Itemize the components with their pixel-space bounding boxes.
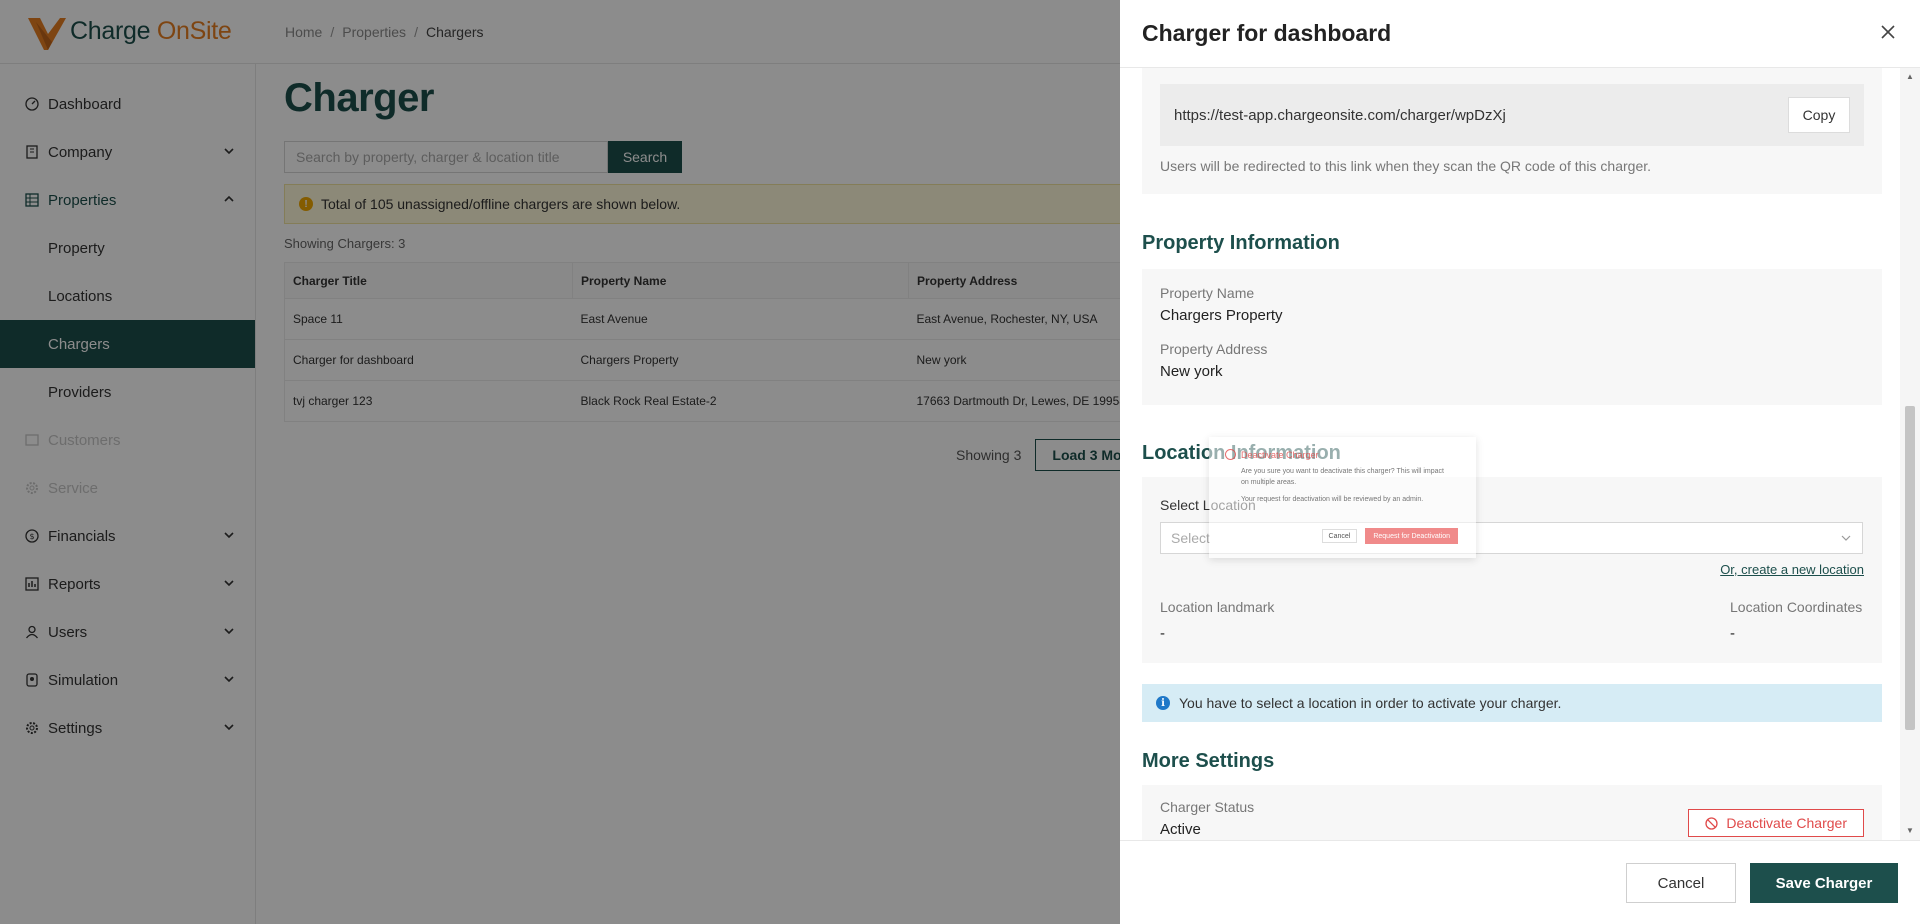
create-location-link[interactable]: Or, create a new location (1160, 562, 1864, 577)
property-section-title: Property Information (1142, 232, 1340, 254)
ban-icon (1225, 449, 1236, 460)
charger-link-card: https://test-app.chargeonsite.com/charge… (1142, 68, 1882, 194)
location-select-placeholder: Select (1171, 530, 1210, 546)
request-deactivation-button[interactable]: Request for Deactivation (1365, 528, 1458, 544)
drawer-title: Charger for dashboard (1142, 20, 1392, 46)
confirm-cancel-button[interactable]: Cancel (1321, 529, 1358, 543)
charger-url[interactable]: https://test-app.chargeonsite.com/charge… (1174, 107, 1506, 124)
coordinates-value: - (1730, 625, 1735, 642)
coordinates-group: Location Coordinates - (1730, 599, 1864, 642)
url-hint: Users will be redirected to this link wh… (1160, 158, 1652, 174)
location-details: Location landmark - Location Coordinates… (1160, 599, 1864, 642)
coordinates-label: Location Coordinates (1730, 599, 1863, 615)
confirm-modal-note: Your request for deactivation will be re… (1241, 496, 1424, 504)
deactivate-charger-button[interactable]: Deactivate Charger (1688, 809, 1864, 837)
drawer-footer: Cancel Save Charger (1120, 840, 1920, 924)
copy-button[interactable]: Copy (1788, 97, 1850, 133)
deactivate-label: Deactivate Charger (1726, 815, 1847, 831)
confirm-modal-text: Are you sure you want to deactivate this… (1241, 468, 1444, 487)
cancel-button[interactable]: Cancel (1626, 863, 1736, 903)
landmark-label: Location landmark (1160, 599, 1275, 615)
more-settings-card: Charger Status Active Deactivate Charger (1142, 785, 1882, 840)
info-alert-text: You have to select a location in order t… (1179, 695, 1562, 711)
property-name-label: Property Name (1160, 285, 1255, 301)
close-icon[interactable] (1878, 22, 1898, 42)
property-address-value: New york (1160, 363, 1223, 380)
property-address-label: Property Address (1160, 341, 1268, 357)
drawer-header: Charger for dashboard (1120, 0, 1920, 68)
property-name-value: Chargers Property (1160, 307, 1283, 324)
drawer-scrollbar[interactable]: ▲ ▼ (1900, 68, 1920, 840)
confirm-modal-title: Deactivate Charger (1225, 449, 1460, 460)
confirm-modal-actions: Cancel Request for Deactivation (1321, 528, 1458, 544)
charger-url-row: https://test-app.chargeonsite.com/charge… (1160, 84, 1864, 146)
info-alert: i You have to select a location in order… (1142, 684, 1882, 722)
save-charger-button[interactable]: Save Charger (1750, 863, 1898, 903)
scroll-down-arrow[interactable]: ▼ (1905, 826, 1915, 836)
landmark-value: - (1160, 625, 1165, 642)
chevron-down-icon (1841, 535, 1851, 541)
deactivate-confirm-modal: Deactivate Charger Are you sure you want… (1209, 437, 1476, 558)
scrollbar-thumb[interactable] (1905, 406, 1915, 730)
info-icon: i (1156, 696, 1170, 710)
property-info-card: Property Name Chargers Property Property… (1142, 269, 1882, 405)
confirm-modal-title-text: Deactivate Charger (1241, 449, 1319, 460)
more-settings-title: More Settings (1142, 750, 1275, 772)
scroll-up-arrow[interactable]: ▲ (1905, 72, 1915, 82)
landmark-group: Location landmark - (1160, 599, 1274, 642)
ban-icon (1705, 816, 1719, 830)
